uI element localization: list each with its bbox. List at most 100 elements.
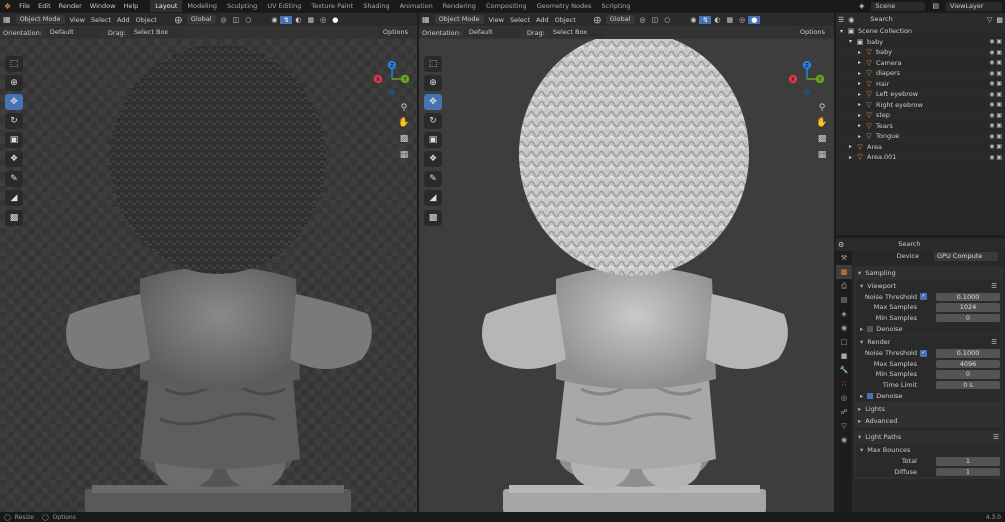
- view-layer-tab-icon[interactable]: ▤: [836, 293, 852, 307]
- tab-animation[interactable]: Animation: [395, 0, 438, 12]
- r-denoise-header[interactable]: ▸ Denoise: [856, 390, 1001, 402]
- visibility-eye-icon[interactable]: ◉ ▣: [989, 101, 1002, 108]
- transform-orientation-dropdown[interactable]: Global: [186, 15, 216, 24]
- render-header[interactable]: ▾ Render ☰: [856, 336, 1001, 348]
- pan-hand-icon[interactable]: ✋: [398, 117, 410, 129]
- ortho-grid-icon[interactable]: ▦: [816, 149, 828, 161]
- transform-tool[interactable]: ❖: [424, 151, 442, 167]
- visibility-eye-icon[interactable]: ◉ ▣: [989, 91, 1002, 98]
- expand-arrow-icon[interactable]: ▸: [849, 143, 856, 150]
- shading-wire-icon[interactable]: ◎: [317, 16, 329, 24]
- r-min-field[interactable]: 0: [936, 370, 1000, 379]
- annotate-tool[interactable]: ✎: [5, 171, 23, 187]
- outliner-row[interactable]: ▸ ▽ Right eyebrow ◉ ▣: [836, 100, 1005, 111]
- tab-uv-editing[interactable]: UV Editing: [262, 0, 306, 12]
- annotate-tool[interactable]: ✎: [424, 171, 442, 187]
- xray-icon[interactable]: ▦: [723, 16, 736, 24]
- select-box-tool[interactable]: ⬚: [424, 56, 442, 72]
- xray-icon[interactable]: ▦: [304, 16, 317, 24]
- expand-arrow-icon[interactable]: ▸: [858, 133, 865, 140]
- expand-arrow-icon[interactable]: ▸: [858, 91, 865, 98]
- viewport-left[interactable]: ▦ Object Mode View Select Add Object ⨁ G…: [0, 13, 417, 512]
- expand-arrow-icon[interactable]: ▸: [858, 59, 865, 66]
- menu-window[interactable]: Window: [86, 2, 120, 10]
- overlay-icon[interactable]: ◐: [711, 16, 723, 24]
- tab-scripting[interactable]: Scripting: [597, 0, 636, 12]
- mode-selector[interactable]: Object Mode: [434, 15, 484, 24]
- pivot-icon[interactable]: ◎: [637, 16, 649, 24]
- visibility-eye-icon[interactable]: ◉ ▣: [989, 80, 1002, 87]
- new-collection-icon[interactable]: ▩: [994, 16, 1005, 24]
- menu-view[interactable]: View: [486, 16, 507, 24]
- output-tab-icon[interactable]: ⎙: [836, 279, 852, 293]
- add-cube-tool[interactable]: ▩: [5, 210, 23, 226]
- outliner-row[interactable]: ▾ ▣ Scene Collection: [836, 26, 1005, 37]
- object-tab-icon[interactable]: ■: [836, 349, 852, 363]
- tab-rendering[interactable]: Rendering: [438, 0, 481, 12]
- visibility-eye-icon[interactable]: ◉ ▣: [989, 122, 1002, 129]
- sampling-header[interactable]: ▾ Sampling: [854, 267, 1003, 279]
- expand-arrow-icon[interactable]: ▾: [840, 28, 847, 35]
- drag-dropdown[interactable]: Select Box: [547, 28, 604, 37]
- cursor-tool[interactable]: ⊕: [424, 75, 442, 91]
- visibility-eye-icon[interactable]: ◉ ▣: [989, 112, 1002, 119]
- tab-shading[interactable]: Shading: [358, 0, 394, 12]
- navigation-gizmo[interactable]: Z Y X: [787, 59, 827, 99]
- measure-tool[interactable]: ◢: [424, 190, 442, 206]
- scale-tool[interactable]: ▣: [5, 132, 23, 148]
- cursor-tool[interactable]: ⊕: [5, 75, 23, 91]
- scene-selector[interactable]: Scene: [871, 1, 926, 11]
- menu-view[interactable]: View: [67, 16, 88, 24]
- expand-arrow-icon[interactable]: ▸: [858, 112, 865, 119]
- move-tool[interactable]: ✥: [5, 94, 23, 110]
- zoom-icon[interactable]: ⚲: [398, 102, 410, 114]
- viewport-right[interactable]: ▦ Object Mode View Select Add Object ⨁ G…: [419, 13, 834, 512]
- tab-compositing[interactable]: Compositing: [481, 0, 532, 12]
- outliner-row[interactable]: ▸ ▽ Tears ◉ ▣: [836, 121, 1005, 132]
- view-layer-selector[interactable]: ViewLayer: [946, 1, 1002, 11]
- list-icon[interactable]: ☰: [991, 338, 997, 346]
- visibility-icon[interactable]: ◉: [687, 16, 699, 24]
- menu-file[interactable]: File: [15, 2, 34, 10]
- tab-modeling[interactable]: Modeling: [182, 0, 222, 12]
- particles-tab-icon[interactable]: ∴: [836, 377, 852, 391]
- r-time-field[interactable]: 0 s: [936, 380, 1000, 389]
- outliner-row[interactable]: ▸ ▽ Area ◉ ▣: [836, 142, 1005, 153]
- menu-object[interactable]: Object: [133, 16, 160, 24]
- world-tab-icon[interactable]: ◉: [836, 321, 852, 335]
- material-tab-icon[interactable]: ◉: [836, 433, 852, 447]
- r-noise-checkbox[interactable]: ✓: [920, 349, 927, 357]
- visibility-eye-icon[interactable]: ◉ ▣: [989, 154, 1002, 161]
- modifier-tab-icon[interactable]: 🔧: [836, 363, 852, 377]
- collection-tab-icon[interactable]: □: [836, 335, 852, 349]
- list-icon[interactable]: ☰: [991, 282, 997, 290]
- scale-tool[interactable]: ▣: [424, 132, 442, 148]
- vp-min-field[interactable]: 0: [936, 313, 1000, 322]
- visibility-eye-icon[interactable]: ◉ ▣: [989, 38, 1002, 45]
- zoom-icon[interactable]: ⚲: [816, 102, 828, 114]
- vp-max-field[interactable]: 1024: [936, 303, 1000, 312]
- menu-object[interactable]: Object: [552, 16, 579, 24]
- tab-sculpting[interactable]: Sculpting: [222, 0, 262, 12]
- options-dropdown[interactable]: Options: [794, 28, 830, 37]
- move-tool[interactable]: ✥: [424, 94, 442, 110]
- expand-arrow-icon[interactable]: ▸: [858, 80, 865, 87]
- expand-arrow-icon[interactable]: ▸: [858, 49, 865, 56]
- select-box-tool[interactable]: ⬚: [5, 56, 23, 72]
- tab-texture-paint[interactable]: Texture Paint: [306, 0, 358, 12]
- ortho-grid-icon[interactable]: ▦: [398, 149, 410, 161]
- add-cube-tool[interactable]: ▩: [424, 210, 442, 226]
- pan-hand-icon[interactable]: ✋: [816, 117, 828, 129]
- lights-header[interactable]: ▸ Lights: [854, 403, 1003, 415]
- viewport-header[interactable]: ▾ Viewport ☰: [856, 280, 1001, 292]
- filter-icon[interactable]: ▽: [985, 16, 994, 24]
- data-tab-icon[interactable]: ▽: [836, 419, 852, 433]
- vp-denoise-checkbox[interactable]: [867, 326, 874, 332]
- menu-render[interactable]: Render: [55, 2, 86, 10]
- proportional-icon[interactable]: ○: [661, 16, 673, 24]
- overlay-icon[interactable]: ◐: [292, 16, 304, 24]
- scene-tab-icon[interactable]: ◈: [836, 307, 852, 321]
- outliner-row[interactable]: ▸ ▽ baby ◉ ▣: [836, 47, 1005, 58]
- expand-arrow-icon[interactable]: ▸: [858, 101, 865, 108]
- menu-add[interactable]: Add: [114, 16, 133, 24]
